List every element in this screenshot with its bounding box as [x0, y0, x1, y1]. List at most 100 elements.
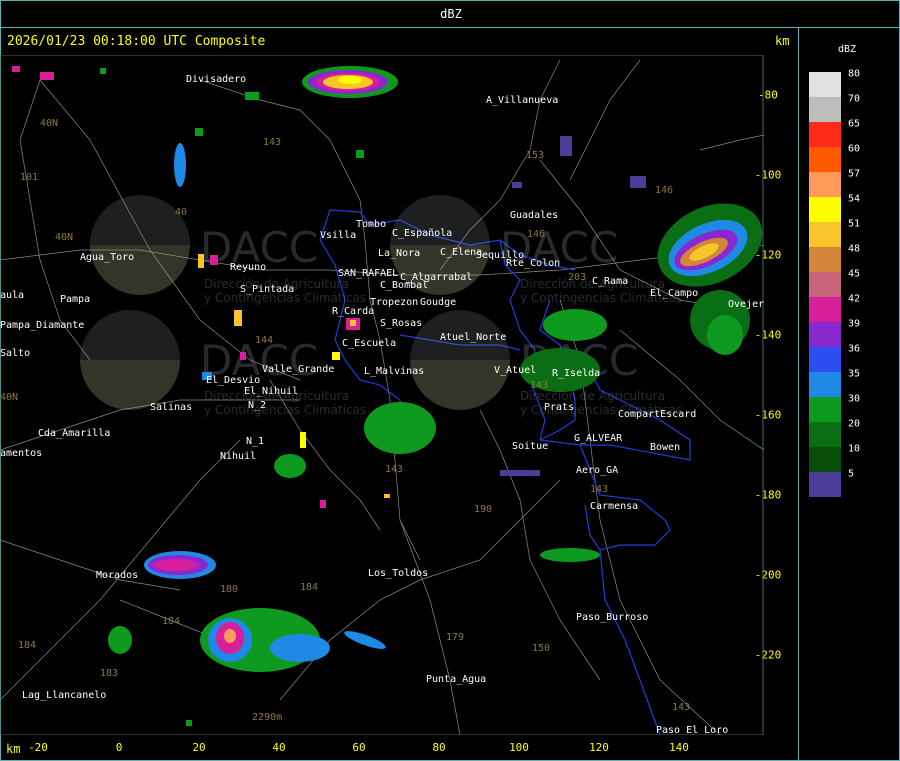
place-label: Aero_GA	[576, 465, 618, 476]
place-label: Agua_Toro	[80, 252, 134, 263]
legend-label: 10	[848, 443, 861, 455]
svg-text:143: 143	[590, 484, 608, 495]
place-label: S_Pintada	[240, 284, 294, 295]
place-label: Paso_Burroso	[576, 612, 648, 623]
x-tick: 60	[352, 741, 366, 754]
place-label: CompartEscard	[618, 409, 696, 420]
svg-text:40N: 40N	[55, 232, 73, 243]
svg-text:183: 183	[100, 668, 118, 679]
place-label: Ovejero	[728, 299, 764, 310]
place-label: G_ALVEAR	[574, 433, 623, 444]
legend-label: 48	[848, 243, 861, 255]
legend-swatch	[809, 422, 841, 447]
place-label: El_Desvio	[206, 375, 260, 386]
place-label: V_Atuel	[494, 365, 536, 376]
place-label: Goudge	[420, 297, 456, 308]
place-label: El_Nihuil	[244, 386, 298, 397]
legend-swatch	[809, 272, 841, 297]
place-label: S_Rosas	[380, 318, 422, 329]
x-tick: -20	[28, 741, 48, 754]
place-label: N_1	[246, 436, 264, 447]
svg-text:153: 153	[526, 150, 544, 161]
svg-text:143: 143	[672, 702, 690, 713]
place-label: SAN_RAFAEL	[338, 268, 398, 279]
svg-text:184: 184	[162, 616, 180, 627]
legend-swatch	[809, 397, 841, 422]
place-label: Prats	[544, 402, 574, 413]
legend-swatch	[809, 97, 841, 122]
legend-swatch	[809, 122, 841, 147]
legend-swatch	[809, 197, 841, 222]
svg-text:40N: 40N	[40, 118, 58, 129]
title-bar: dBZ	[0, 0, 900, 28]
place-label: amentos	[0, 448, 42, 459]
svg-text:144: 144	[255, 335, 273, 346]
svg-text:Dirección de Agricultura: Dirección de Agricultura	[520, 389, 665, 403]
place-label: Morados	[96, 570, 138, 581]
place-label: Lag_Llancanelo	[22, 690, 106, 701]
place-label: Tropezon	[370, 297, 418, 308]
x-tick: 80	[432, 741, 446, 754]
place-label: La_Nora	[378, 248, 420, 259]
place-label: C_Escuela	[342, 338, 396, 349]
place-label: aula	[0, 290, 24, 301]
svg-text:190: 190	[474, 504, 492, 515]
svg-text:143: 143	[263, 137, 281, 148]
svg-text:179: 179	[446, 632, 464, 643]
x-tick: 100	[509, 741, 529, 754]
x-tick: 120	[589, 741, 609, 754]
place-label: Vsilla	[320, 230, 356, 241]
legend-label: 54	[848, 193, 861, 205]
svg-text:203: 203	[568, 272, 586, 283]
place-label: Salto	[0, 348, 30, 359]
place-label: R_Carda	[332, 306, 374, 317]
x-tick: 140	[669, 741, 689, 754]
svg-text:184: 184	[18, 640, 36, 651]
place-label: Carmensa	[590, 501, 638, 512]
place-label: Los_Toldos	[368, 568, 428, 579]
legend-swatch	[809, 322, 841, 347]
x-tick: 0	[115, 741, 123, 754]
place-label: Salinas	[150, 402, 192, 413]
legend-swatch	[809, 72, 841, 97]
svg-text:y Contingencias Climáticas: y Contingencias Climáticas	[204, 403, 366, 417]
svg-text:101: 101	[20, 172, 38, 183]
km-unit-bottom: km	[6, 742, 21, 756]
legend-swatch	[809, 172, 841, 197]
legend-label: 5	[848, 468, 855, 480]
place-label: El_Campo	[650, 288, 698, 299]
legend-swatch	[809, 347, 841, 372]
x-tick: 40	[272, 741, 286, 754]
place-label: Paso_El_Loro	[656, 725, 728, 735]
elevation-label: 2290m	[252, 712, 282, 723]
svg-text:40: 40	[175, 207, 187, 218]
watermark-left: DACC Dirección de Agricultura y Continge…	[90, 195, 366, 305]
window-title: dBZ	[440, 7, 462, 21]
place-label: Bowen	[650, 442, 680, 453]
legend-swatch	[809, 447, 841, 472]
place-label: Reyuno	[230, 262, 266, 273]
legend-label: 30	[848, 393, 861, 405]
place-label: Guadales	[510, 210, 558, 221]
svg-text:184: 184	[300, 582, 318, 593]
legend-label: 39	[848, 318, 861, 330]
svg-text:146: 146	[655, 185, 673, 196]
svg-text:180: 180	[220, 584, 238, 595]
place-label: Nihuil	[220, 451, 256, 462]
place-label: Rte_Colon	[506, 258, 560, 269]
svg-text:40N: 40N	[0, 392, 18, 403]
place-label: C_Española	[392, 228, 452, 239]
legend-swatch	[809, 472, 841, 497]
legend-swatch	[809, 247, 841, 272]
legend-label: 80	[848, 68, 861, 80]
place-label: Cda_Amarilla	[38, 428, 110, 439]
place-label: A_Villanueva	[486, 95, 558, 106]
legend-swatch	[809, 147, 841, 172]
place-label: Valle_Grande	[262, 364, 334, 375]
radar-map[interactable]: DACC Dirección de Agricultura y Continge…	[0, 55, 764, 735]
place-label: C_Rama	[592, 276, 628, 287]
legend-label: 70	[848, 93, 861, 105]
place-label: Punta_Agua	[426, 674, 486, 685]
svg-text:150: 150	[532, 643, 550, 654]
place-label: Atuel_Norte	[440, 332, 506, 343]
